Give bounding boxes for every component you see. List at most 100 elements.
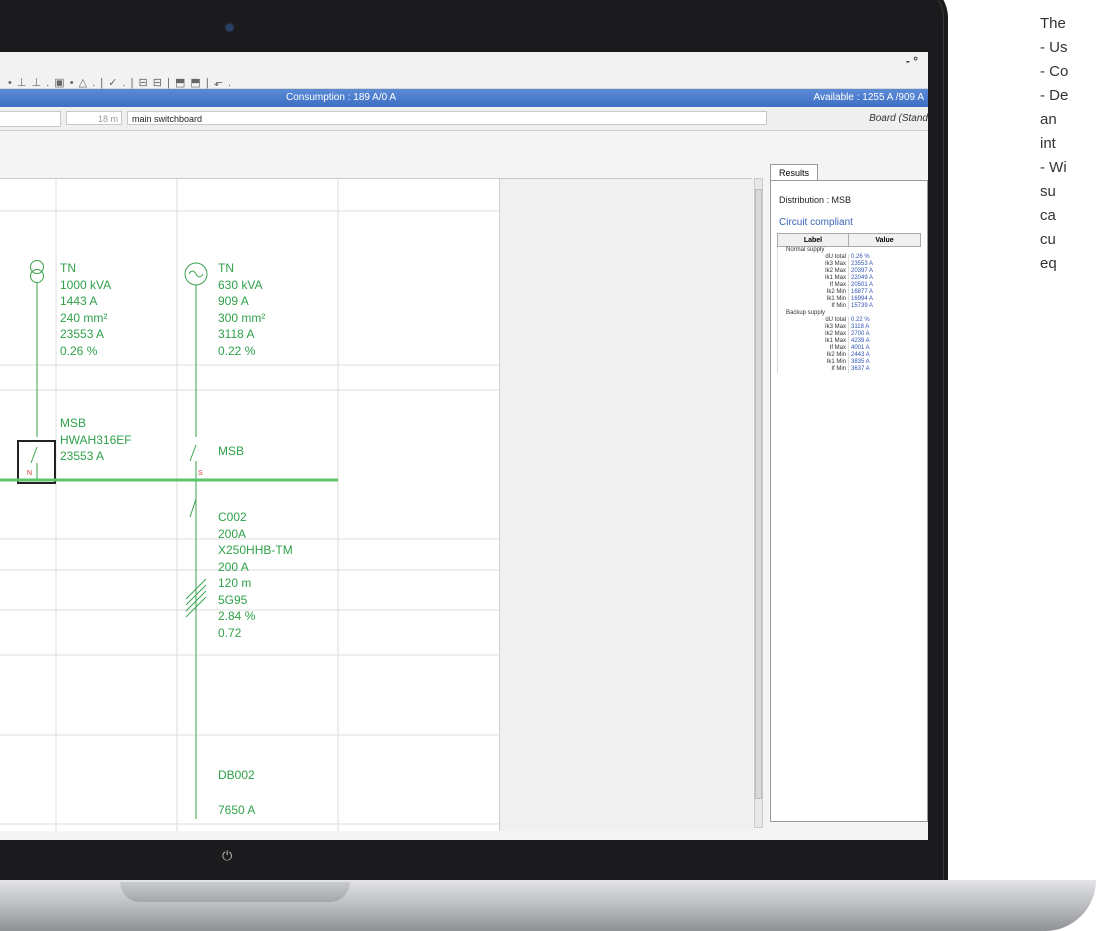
group-label: Backup supply (777, 310, 921, 317)
table-row: dU total 0.26 % (777, 254, 921, 261)
row-label: If Max (777, 282, 849, 289)
row-value: 2700 A (848, 331, 921, 338)
app-screen: • ⊥ ⊥ . ▣ • △ . | ✓ . | ⊟ ⊟ | ⬒ ⬒ | ⬐ . … (0, 52, 928, 840)
side-text: The - Us - Co - De an int - Wi su ca cu … (1040, 12, 1068, 276)
label-line: 0.22 % (218, 343, 256, 358)
circuit-info: C002 200A X250HHB-TM 200 A 120 m 5G95 2.… (218, 509, 293, 641)
label-line: MSB (60, 416, 87, 430)
supply2-breaker-icon (189, 444, 197, 462)
table-row: If Max 20501 A (777, 282, 921, 289)
label-line: 1443 A (60, 294, 98, 308)
table-group-row: Backup supply (777, 310, 921, 317)
table-row: Ik2 Max 2700 A (777, 331, 921, 338)
busbar-marker-s: S (198, 470, 203, 477)
results-table-body: Normal supply dU total 0.26 % Ik3 Max 23553 … (777, 246, 921, 373)
row-label: Ik2 Min (777, 352, 849, 359)
table-header-row: Label Value (777, 233, 921, 247)
row-label: Ik3 Max (777, 324, 849, 331)
db-name: DB002 (218, 768, 255, 782)
toolbar-tool-icons[interactable]: • ⊥ ⊥ . ▣ • △ . | ✓ . | ⊟ ⊟ | ⬒ ⬒ | ⬐ . (8, 76, 232, 89)
row-value: 2443 A (848, 352, 921, 359)
label-line: 1000 kVA (60, 277, 112, 292)
table-row: Ik2 Min 16877 A (777, 289, 921, 296)
label-line: 0.72 (218, 625, 242, 640)
label-line: MSB (218, 444, 245, 458)
table-row: If Min 15739 A (777, 303, 921, 310)
row-value: 4239 A (848, 338, 921, 345)
label-line: TN (60, 261, 76, 275)
row-value: 20397 A (848, 268, 921, 275)
label-line: 2.84 % (218, 609, 256, 623)
row-label: Ik2 Min (777, 289, 849, 296)
board-field-empty[interactable] (0, 111, 61, 127)
group-label: Normal supply (777, 246, 921, 254)
table-row: Ik2 Max 20397 A (777, 268, 921, 275)
label-line: 3118 A (218, 327, 255, 341)
table-row: Ik1 Max 4239 A (777, 338, 921, 345)
row-label: dU total (777, 317, 849, 324)
row-label: Ik2 Max (777, 268, 849, 275)
db-current: 7650 A (218, 803, 256, 817)
label-line: 0.26 % (60, 343, 98, 358)
board-type-label: Board (Stand (869, 113, 928, 124)
text-line: eq (1040, 255, 1057, 272)
length-field[interactable]: 18 m (66, 111, 122, 125)
row-value: 0.22 % (848, 317, 921, 324)
table-row: Ik2 Min 2443 A (777, 352, 921, 359)
column-header-label: Label (777, 233, 849, 247)
text-line: an (1040, 111, 1057, 128)
busbar-marker-n: N (27, 470, 33, 477)
text-line: - Co (1040, 63, 1069, 80)
results-panel: Results Distribution : MSB Circuit compl… (768, 162, 928, 840)
label-line: HWAH316EF (60, 432, 132, 447)
table-row: If Min 3637 A (777, 366, 921, 373)
laptop-notch (120, 882, 350, 902)
board-name-field[interactable]: main switchboard (127, 111, 767, 125)
tab-results[interactable]: Results (770, 164, 818, 181)
label-line: 23553 A (60, 327, 105, 341)
label-line: X250HHB-TM (218, 543, 293, 557)
window-controls[interactable]: - ° (906, 54, 918, 68)
consumption-readout: Consumption : 189 A/0 A (286, 92, 397, 103)
label-line: 120 m (218, 576, 252, 590)
circuit-breaker-icon (189, 498, 197, 518)
text-line: su (1040, 183, 1056, 200)
row-label: Ik1 Min (777, 359, 849, 366)
table-row: If Max 4001 A (777, 345, 921, 352)
supply2-info: TN 630 kVA 909 A 300 mm² 3118 A 0.22 % (218, 260, 265, 359)
scrollbar-thumb[interactable] (755, 189, 762, 799)
row-label: Ik3 Max (777, 261, 849, 268)
power-icon: ⏻ (222, 848, 233, 863)
label-line: 300 mm² (218, 310, 266, 325)
row-value: 22049 A (848, 275, 921, 282)
table-row: dU total 0.22 % (777, 317, 921, 324)
single-line-diagram[interactable]: TN 1000 kVA 1443 A 240 mm² 23553 A 0.26 … (0, 178, 753, 831)
table-row: Ik1 Min 3835 A (777, 359, 921, 366)
text-line: - De (1040, 87, 1069, 104)
row-label: If Min (777, 303, 849, 310)
label-line: TN (218, 261, 234, 275)
label-line: 200 A (218, 559, 249, 574)
supply1-info: TN 1000 kVA 1443 A 240 mm² 23553 A 0.26 … (60, 260, 111, 359)
text-line: int (1040, 135, 1056, 152)
supply1-breaker-icon (30, 446, 38, 464)
row-label: Ik2 Max (777, 331, 849, 338)
text-line: The (1040, 15, 1066, 32)
text-line: - Us (1040, 39, 1068, 56)
board-bar: 18 m main switchboard Board (Stand (0, 108, 928, 131)
text-line: ca (1040, 207, 1056, 224)
diagram-empty-area (499, 179, 753, 831)
row-value: 20501 A (848, 282, 921, 289)
label-line: 240 mm² (60, 310, 108, 325)
table-row: Ik3 Max 23553 A (777, 261, 921, 268)
label-line: C002 (218, 510, 247, 524)
table-row: Ik1 Max 22049 A (777, 275, 921, 282)
row-value: 23553 A (848, 261, 921, 268)
diagram-scrollbar[interactable] (754, 178, 763, 828)
table-group-row: Normal supply (777, 246, 921, 254)
distribution-label: Distribution : MSB (779, 195, 852, 205)
column-header-value: Value (848, 233, 921, 247)
compliance-status: Circuit compliant (779, 217, 853, 228)
label-line: 23553 A (60, 449, 105, 463)
camera-icon (226, 24, 233, 31)
